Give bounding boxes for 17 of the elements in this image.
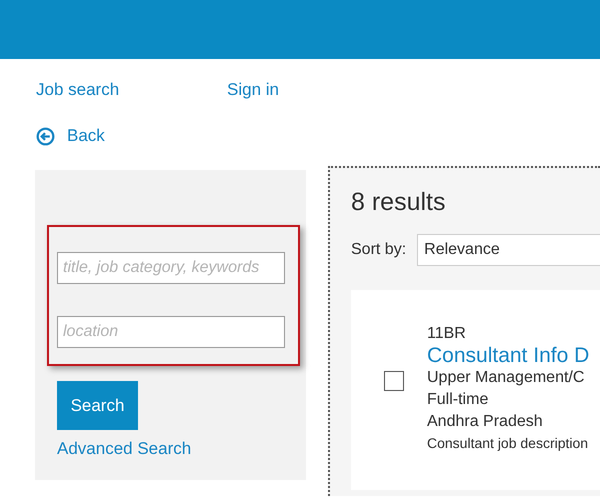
sort-label: Sort by: <box>351 241 406 259</box>
job-title-link[interactable]: Consultant Info D <box>427 345 590 367</box>
job-category: Upper Management/C <box>427 368 584 388</box>
job-type: Full-time <box>427 390 488 410</box>
advanced-search-link[interactable]: Advanced Search <box>57 439 192 459</box>
location-field[interactable]: location <box>57 316 285 348</box>
job-description: Consultant job description <box>427 434 588 453</box>
nav-link[interactable]: Job search <box>36 80 227 104</box>
job-location: Andhra Pradesh <box>427 412 543 432</box>
search-button[interactable]: Search <box>57 381 138 430</box>
keywords-field[interactable]: title, job category, keywords <box>57 252 285 284</box>
job-code: 11BR <box>427 324 466 344</box>
back-link[interactable]: Back <box>36 126 105 146</box>
checkbox[interactable] <box>384 371 404 391</box>
sort-dropdown[interactable]: Relevance <box>417 234 600 266</box>
nav-link[interactable]: Sign in <box>227 80 418 104</box>
results-count: 8 results <box>351 188 446 217</box>
